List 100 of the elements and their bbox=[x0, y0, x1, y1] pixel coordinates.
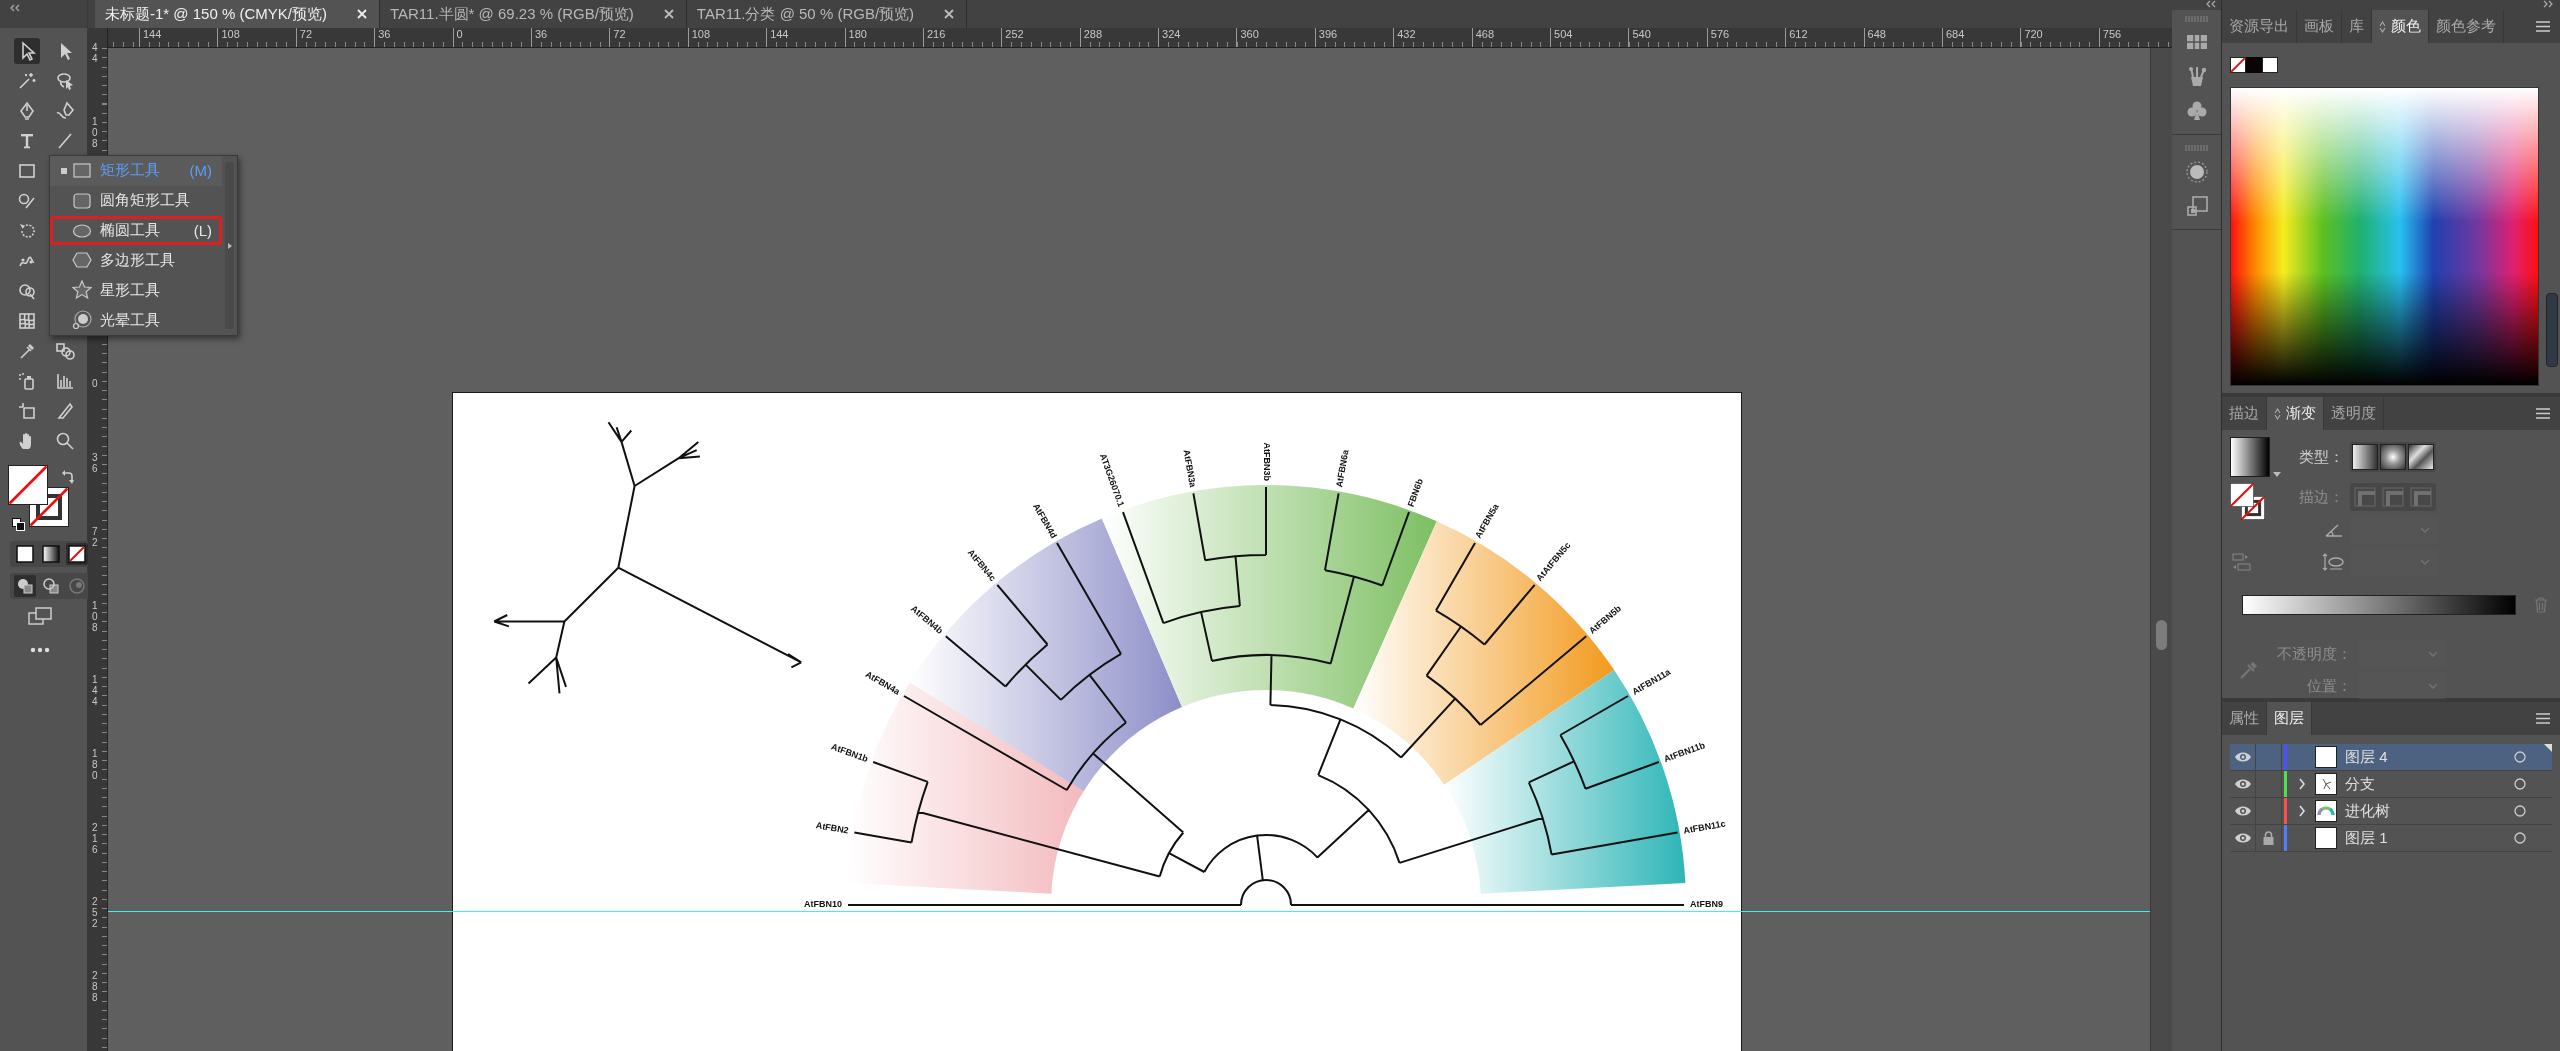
collapse-icon[interactable] bbox=[8, 4, 22, 12]
panel-tab[interactable]: 透明度 bbox=[2324, 397, 2384, 430]
panel-tab[interactable]: 渐变 bbox=[2267, 397, 2324, 430]
collapse-icon[interactable] bbox=[2205, 0, 2217, 8]
color-swatch[interactable] bbox=[2246, 57, 2262, 73]
color-swatch[interactable] bbox=[2262, 57, 2278, 73]
menu-item[interactable]: 星形工具 bbox=[50, 275, 222, 306]
leaf-label: AtFBN10 bbox=[804, 899, 842, 910]
layer-thumbnail bbox=[2315, 827, 2337, 849]
ruler-number: 180 bbox=[848, 28, 867, 40]
menu-label: 椭圆工具 bbox=[100, 221, 160, 241]
menu-label: 矩形工具 bbox=[100, 161, 160, 181]
ruler-number: 504 bbox=[1554, 28, 1573, 40]
ruler-number: 576 bbox=[1710, 28, 1730, 40]
club-icon[interactable] bbox=[2185, 100, 2208, 122]
menu-icon[interactable] bbox=[2536, 21, 2550, 32]
document-tab[interactable]: 未标题-1* @ 150 % (CMYK/预览) bbox=[95, 0, 380, 28]
aspect-ratio-icon bbox=[2322, 553, 2344, 571]
ruler-number: 360 bbox=[1240, 28, 1259, 40]
ruler-number: 648 bbox=[1867, 28, 1886, 40]
ruler-number: 684 bbox=[1946, 28, 1965, 40]
ruler-number: 612 bbox=[1789, 28, 1808, 40]
default-colors-icon[interactable] bbox=[12, 518, 25, 531]
squares-icon[interactable] bbox=[2185, 195, 2208, 217]
linear-gradient-button[interactable] bbox=[2352, 444, 2378, 470]
eye-icon[interactable] bbox=[2233, 805, 2252, 817]
fill-swatch[interactable] bbox=[8, 465, 48, 505]
target-circle-icon[interactable] bbox=[2514, 778, 2526, 790]
corner-mark-icon bbox=[2544, 744, 2552, 752]
layer-name: 图层 1 bbox=[2345, 828, 2388, 848]
ruler-number: 180 bbox=[92, 748, 98, 781]
leaf-label: AtFBN2 bbox=[815, 820, 850, 836]
dotted-circle-icon[interactable] bbox=[2185, 161, 2208, 183]
target-circle-icon[interactable] bbox=[2514, 805, 2526, 817]
draw-normal-icon[interactable] bbox=[14, 575, 36, 597]
menu-item[interactable]: 光晕工具 bbox=[50, 305, 222, 335]
ruler-number: 324 bbox=[1162, 28, 1181, 40]
field-label: 类型： bbox=[2299, 447, 2345, 467]
screen-mode-icon[interactable] bbox=[28, 607, 52, 625]
fill-swatch[interactable] bbox=[2230, 483, 2254, 507]
expand-icon[interactable] bbox=[2542, 0, 2554, 8]
panel-tab[interactable]: 图层 bbox=[2267, 702, 2312, 735]
swap-arrow-icon[interactable] bbox=[62, 470, 74, 484]
flare-icon bbox=[72, 310, 92, 331]
layer-row[interactable]: 图层 1 bbox=[2230, 825, 2552, 852]
panel-tab[interactable]: 颜色参考 bbox=[2429, 10, 2504, 43]
panel-tab[interactable]: 颜色 bbox=[2372, 10, 2429, 43]
chevron-icon[interactable] bbox=[2298, 805, 2306, 817]
gradient-swatch[interactable] bbox=[2230, 437, 2270, 477]
layer-row[interactable]: 进化树 bbox=[2230, 798, 2552, 825]
layer-row[interactable]: 分支 bbox=[2230, 771, 2552, 798]
ruler-number: 36 bbox=[378, 28, 391, 40]
panel-tab[interactable]: 资源导出 bbox=[2222, 10, 2297, 43]
eye-icon[interactable] bbox=[2233, 751, 2252, 763]
color-fill-icon[interactable] bbox=[14, 543, 36, 565]
lock-icon[interactable] bbox=[2263, 831, 2274, 845]
shortcut-text: (L) bbox=[193, 222, 213, 240]
target-circle-icon[interactable] bbox=[2514, 751, 2526, 763]
ruler-number: 216 bbox=[92, 822, 98, 855]
ruler-number: 72 bbox=[92, 526, 98, 548]
radial-gradient-button[interactable] bbox=[2380, 444, 2406, 470]
caret-icon[interactable] bbox=[2273, 472, 2281, 477]
scrollbar-thumb[interactable] bbox=[2156, 620, 2167, 650]
eye-icon[interactable] bbox=[2233, 832, 2252, 844]
ruler-number: 108 bbox=[221, 28, 240, 40]
menu-icon[interactable] bbox=[2536, 713, 2550, 724]
menu-item[interactable]: 圆角矩形工具 bbox=[50, 185, 222, 216]
grip-icon[interactable] bbox=[2185, 145, 2208, 151]
target-circle-icon[interactable] bbox=[2514, 832, 2526, 844]
ruler-number: 36 bbox=[534, 28, 548, 40]
panel-scroll-handle[interactable] bbox=[2546, 293, 2558, 367]
menu-item[interactable]: 椭圆工具 (L) bbox=[50, 215, 222, 246]
sort-arrows-icon[interactable] bbox=[2274, 407, 2281, 420]
expand-arrow-icon[interactable] bbox=[227, 242, 232, 249]
sort-arrows-icon[interactable] bbox=[2379, 20, 2386, 33]
rounded-rectangle-icon bbox=[72, 190, 92, 211]
none-swatch[interactable] bbox=[2230, 57, 2246, 73]
ruler-number: 432 bbox=[1397, 28, 1416, 40]
angle-icon bbox=[2324, 522, 2344, 538]
leaf-label: AtFBN3a bbox=[1181, 449, 1198, 489]
more-icon[interactable] bbox=[30, 647, 50, 653]
ruler-number: 44 bbox=[92, 42, 98, 64]
menu-icon[interactable] bbox=[2536, 408, 2550, 419]
ruler-number: 0 bbox=[92, 378, 98, 389]
panel-tab[interactable]: 画板 bbox=[2297, 10, 2342, 43]
layer-row[interactable]: 图层 4 bbox=[2230, 744, 2552, 771]
color-spectrum[interactable] bbox=[2230, 87, 2539, 386]
leaf-label: AtFBN9 bbox=[1690, 899, 1723, 910]
grip-icon[interactable] bbox=[2185, 16, 2208, 22]
close-icon[interactable] bbox=[944, 9, 955, 19]
eye-icon[interactable] bbox=[2233, 778, 2252, 790]
draw-behind-icon[interactable] bbox=[40, 575, 62, 597]
ruler-number: 108 bbox=[92, 600, 98, 633]
close-icon[interactable] bbox=[663, 9, 674, 19]
gradient-fill-icon[interactable] bbox=[40, 543, 62, 565]
no-fill-icon[interactable] bbox=[66, 543, 88, 565]
menu-item[interactable]: 多边形工具 bbox=[50, 245, 222, 276]
chevron-icon[interactable] bbox=[2298, 778, 2306, 790]
ruler-number: 144 bbox=[770, 28, 789, 40]
freeform-gradient-button[interactable] bbox=[2408, 444, 2434, 470]
